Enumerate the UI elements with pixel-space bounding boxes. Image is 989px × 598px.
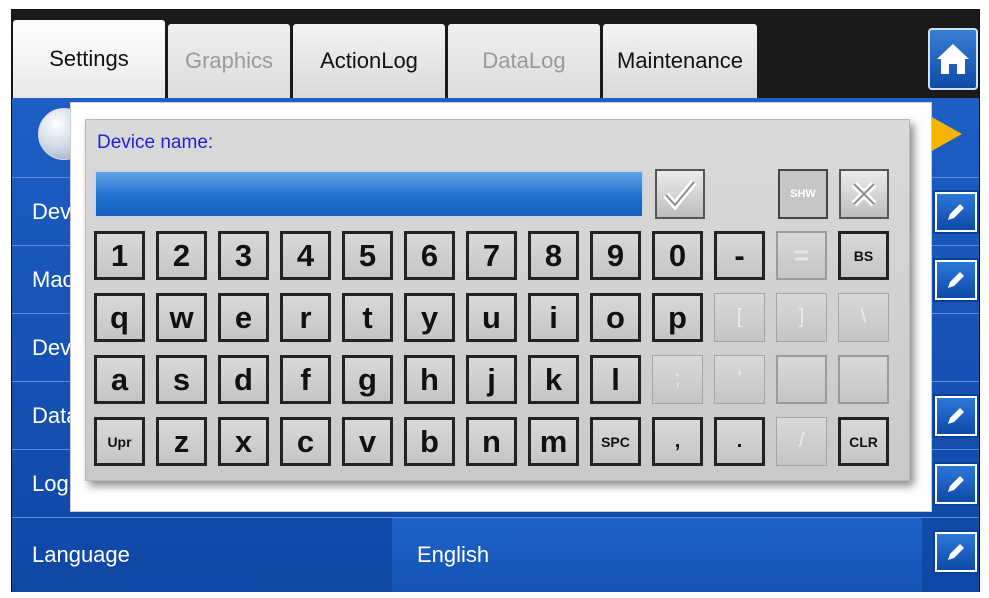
key-slash[interactable]: / [776,417,827,466]
edit-pencil-icon [948,272,964,288]
play-arrow-icon[interactable] [930,116,962,152]
key-space[interactable]: SPC [590,417,641,466]
row-value: English [417,542,490,567]
key-n[interactable]: n [466,417,517,466]
key-0[interactable]: 0 [652,231,703,280]
key-minus[interactable]: - [714,231,765,280]
confirm-button[interactable] [655,169,705,219]
edit-button[interactable] [933,462,979,506]
tab-label: Settings [49,46,129,71]
key-backspace[interactable]: BS [838,231,889,280]
key-g[interactable]: g [342,355,393,404]
key-comma[interactable]: , [652,417,703,466]
row-label: Dev [32,198,72,224]
tab-label: Maintenance [617,48,743,73]
key-1[interactable]: 1 [94,231,145,280]
show-button[interactable]: SHW [778,169,828,219]
tab-graphics[interactable]: Graphics [168,24,290,98]
device-name-input[interactable] [94,170,644,218]
key-z[interactable]: z [156,417,207,466]
row-label: Mac [32,266,74,292]
edit-pencil-icon [948,476,964,492]
key-4[interactable]: 4 [280,231,331,280]
home-button[interactable] [928,28,978,90]
key-7[interactable]: 7 [466,231,517,280]
key-e[interactable]: e [218,293,269,342]
tab-datalog[interactable]: DataLog [448,24,600,98]
edit-button[interactable] [933,258,979,302]
key-blank[interactable] [776,355,827,404]
key-d[interactable]: d [218,355,269,404]
key-x[interactable]: x [218,417,269,466]
close-x-icon [851,181,877,207]
key-w[interactable]: w [156,293,207,342]
edit-pencil-icon [948,408,964,424]
tab-label: ActionLog [320,48,418,73]
key-8[interactable]: 8 [528,231,579,280]
key-y[interactable]: y [404,293,455,342]
key-clear[interactable]: CLR [838,417,889,466]
key-2[interactable]: 2 [156,231,207,280]
key-semicolon[interactable]: ; [652,355,703,404]
edit-pencil-icon [948,544,964,560]
key-period[interactable]: . [714,417,765,466]
key-r[interactable]: r [280,293,331,342]
key-k[interactable]: k [528,355,579,404]
key-apostrophe[interactable]: ' [714,355,765,404]
key-v[interactable]: v [342,417,393,466]
key-3[interactable]: 3 [218,231,269,280]
tab-maintenance[interactable]: Maintenance [603,24,757,98]
edit-button[interactable] [933,530,979,574]
onscreen-keyboard: Device name: SHW 1 2 3 4 5 6 7 8 9 0 - =… [85,119,910,481]
key-upper[interactable]: Upr [94,417,145,466]
tab-settings[interactable]: Settings [13,20,165,98]
key-u[interactable]: u [466,293,517,342]
key-h[interactable]: h [404,355,455,404]
home-icon [937,44,969,74]
key-9[interactable]: 9 [590,231,641,280]
key-m[interactable]: m [528,417,579,466]
key-j[interactable]: j [466,355,517,404]
key-q[interactable]: q [94,293,145,342]
settings-row-language[interactable]: Language English [12,518,979,592]
key-right-bracket[interactable]: ] [776,293,827,342]
edit-button[interactable] [933,190,979,234]
cancel-button[interactable] [839,169,889,219]
tab-actionlog[interactable]: ActionLog [293,24,445,98]
key-o[interactable]: o [590,293,641,342]
key-p[interactable]: p [652,293,703,342]
key-t[interactable]: t [342,293,393,342]
key-left-bracket[interactable]: [ [714,293,765,342]
key-f[interactable]: f [280,355,331,404]
edit-pencil-icon [948,204,964,220]
row-label: Dev [32,334,72,360]
row-label: Log [32,470,69,496]
key-a[interactable]: a [94,355,145,404]
key-l[interactable]: l [590,355,641,404]
key-c[interactable]: c [280,417,331,466]
row-label: Language [32,542,130,567]
key-blank[interactable] [838,355,889,404]
dialog-title: Device name: [97,132,214,153]
app-window: Settings Graphics ActionLog DataLog Main… [0,0,989,598]
show-button-label: SHW [790,188,816,200]
key-6[interactable]: 6 [404,231,455,280]
key-5[interactable]: 5 [342,231,393,280]
edit-button[interactable] [933,394,979,438]
key-equals[interactable]: = [776,231,827,280]
checkmark-icon [663,179,697,211]
key-b[interactable]: b [404,417,455,466]
tab-label: DataLog [482,48,566,73]
key-s[interactable]: s [156,355,207,404]
tab-label: Graphics [184,48,274,73]
key-backslash[interactable]: \ [838,293,889,342]
key-i[interactable]: i [528,293,579,342]
